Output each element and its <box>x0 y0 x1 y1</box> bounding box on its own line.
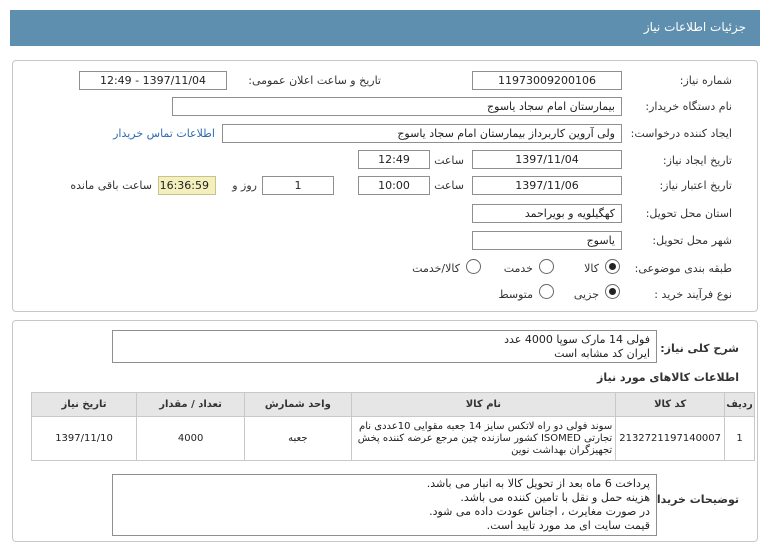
category-radio-goods-service[interactable] <box>466 259 481 274</box>
requester-label: ایجاد کننده درخواست: <box>630 127 732 140</box>
created-time-label: ساعت <box>434 154 464 167</box>
buyer-note-line: هزینه حمل و نقل با تامین کننده می باشد. <box>460 491 650 504</box>
summary-line-2: ایران کد مشابه است <box>554 347 650 360</box>
buyer-field[interactable]: بیمارستان امام سجاد یاسوج <box>172 97 622 116</box>
created-date-field[interactable]: 1397/11/04 <box>472 150 622 169</box>
need-details-panel: شرح کلی نیاز: فولی 14 مارک سوپا 4000 عدد… <box>12 320 758 542</box>
requester-field[interactable]: ولی آروین کاربرداز بیمارستان امام سجاد ی… <box>222 124 622 143</box>
col-qty: تعداد / مقدار <box>136 392 246 417</box>
cell-date: 1397/11/10 <box>30 416 138 461</box>
cell-qty: 4000 <box>136 416 246 461</box>
buyer-note-line: در صورت مغایرت ، اجناس عودت داده می شود. <box>429 505 650 518</box>
contact-buyer-link[interactable]: اطلاعات تماس خریدار <box>113 127 215 140</box>
page-title: جزئیات اطلاعات نیاز <box>643 20 746 34</box>
announce-label: تاریخ و ساعت اعلان عمومی: <box>248 74 381 87</box>
summary-line-1: فولی 14 مارک سوپا 4000 عدد <box>504 333 650 346</box>
process-radio-minor[interactable] <box>605 284 620 299</box>
province-label: استان محل تحویل: <box>645 207 732 220</box>
remaining-label: ساعت باقی مانده <box>70 179 152 192</box>
category-label: طبقه بندی موضوعی: <box>634 262 732 275</box>
announce-field[interactable]: 1397/11/04 - 12:49 <box>79 71 227 90</box>
created-label: تاریخ ایجاد نیاز: <box>662 154 732 167</box>
validity-date-field[interactable]: 1397/11/06 <box>472 176 622 195</box>
goods-table-header: ردیف کد کالا نام کالا واحد شمارش تعداد /… <box>30 392 755 417</box>
summary-label: شرح کلی نیاز: <box>660 342 739 355</box>
goods-table: ردیف کد کالا نام کالا واحد شمارش تعداد /… <box>30 392 755 461</box>
category-option-service: خدمت <box>503 262 533 275</box>
col-code: کد کالا <box>615 392 726 417</box>
goods-section-title: اطلاعات کالاهای مورد نیاز <box>597 371 739 384</box>
need-info-panel: شماره نیاز: 11973009200106 تاریخ و ساعت … <box>12 60 758 312</box>
process-option-medium: متوسط <box>498 288 533 301</box>
remaining-time-field: 16:36:59 <box>158 176 216 195</box>
city-label: شهر محل تحویل: <box>652 234 732 247</box>
province-field[interactable]: کهگیلویه و بویراحمد <box>472 204 622 223</box>
need-number-field[interactable]: 11973009200106 <box>472 71 622 90</box>
cell-code: 2132721197140007 <box>615 416 726 461</box>
category-option-goods-service: کالا/خدمت <box>412 262 460 275</box>
days-label: روز و <box>232 179 257 192</box>
col-date: تاریخ نیاز <box>30 392 138 417</box>
table-row[interactable]: 1 2132721197140007 سوند فولی دو راه لاتک… <box>30 416 755 461</box>
cell-row: 1 <box>724 416 755 461</box>
col-unit: واحد شمارش <box>244 392 352 417</box>
process-label: نوع فرآیند خرید : <box>654 288 732 301</box>
buyer-notes-textbox[interactable]: پرداخت 6 ماه بعد از تحویل کالا به انبار … <box>112 474 657 536</box>
validity-time-label: ساعت <box>434 179 464 192</box>
category-radio-goods[interactable] <box>605 259 620 274</box>
category-radio-service[interactable] <box>539 259 554 274</box>
cell-unit: جعبه <box>244 416 352 461</box>
validity-label: تاریخ اعتبار نیاز: <box>659 179 732 192</box>
validity-time-field[interactable]: 10:00 <box>358 176 430 195</box>
category-option-goods: کالا <box>584 262 599 275</box>
created-time-field[interactable]: 12:49 <box>358 150 430 169</box>
remaining-days-field[interactable]: 1 <box>262 176 334 195</box>
page-header: جزئیات اطلاعات نیاز <box>10 10 760 46</box>
col-row: ردیف <box>724 392 755 417</box>
buyer-label: نام دستگاه خریدار: <box>645 100 732 113</box>
process-option-minor: جزیی <box>573 288 599 301</box>
cell-name: سوند فولی دو راه لاتکس سایز 14 جعبه مقوا… <box>350 416 617 461</box>
buyer-note-line: قیمت سایت ای مد مورد تایید است. <box>486 519 650 532</box>
city-field[interactable]: یاسوج <box>472 231 622 250</box>
need-number-label: شماره نیاز: <box>679 74 732 87</box>
summary-textbox[interactable]: فولی 14 مارک سوپا 4000 عدد ایران کد مشاب… <box>112 330 657 363</box>
buyer-note-line: پرداخت 6 ماه بعد از تحویل کالا به انبار … <box>426 477 650 490</box>
buyer-notes-label: توضیحات خریدار: <box>646 493 739 506</box>
col-name: نام کالا <box>350 392 617 417</box>
process-radio-medium[interactable] <box>539 284 554 299</box>
